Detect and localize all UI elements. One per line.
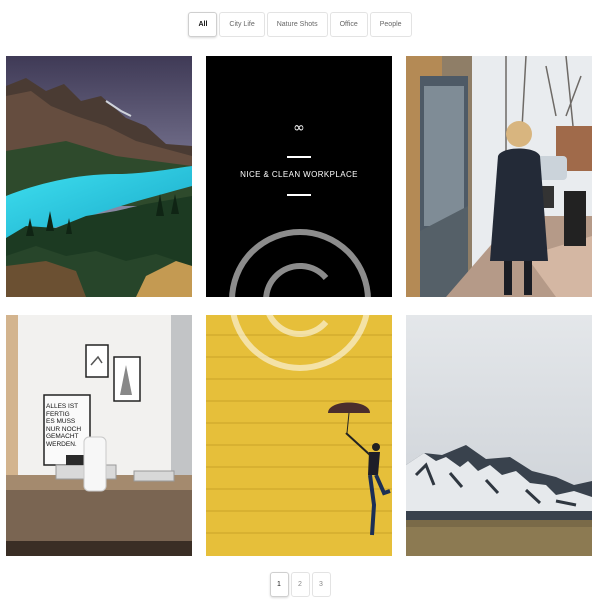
gallery-item-umbrella[interactable]: [206, 315, 392, 556]
gallery-item-snowy-mountains[interactable]: [406, 315, 592, 556]
page-2-button[interactable]: 2: [290, 572, 310, 597]
gallery-item-featured[interactable]: ∞ NICE & CLEAN WORKPLACE: [206, 56, 392, 297]
title-divider-top: [287, 156, 311, 158]
city-street-woman-photo: [406, 56, 592, 297]
gallery-item-office-desk[interactable]: ALLES IST FERTIG ES MUSS NUR NOCH GEMACH…: [6, 315, 192, 556]
gallery-item-city-street[interactable]: [406, 56, 592, 297]
poster-line: WERDEN.: [46, 440, 77, 448]
poster-line: ALLES IST: [46, 403, 79, 410]
title-divider-bottom: [287, 194, 311, 196]
mountain-lake-photo: [6, 56, 192, 297]
expand-icon[interactable]: [292, 272, 392, 297]
poster-line: ES MUSS: [46, 418, 76, 426]
snowy-mountains-photo: [406, 315, 592, 556]
office-desk-photo: [6, 315, 192, 556]
page-3-button[interactable]: 3: [311, 572, 331, 597]
pagination: 1 2 3: [0, 572, 600, 597]
woman-umbrella-yellow-wall-photo: [206, 315, 392, 556]
gallery-item-mountain-lake[interactable]: [6, 56, 192, 297]
gallery-grid: ∞ NICE & CLEAN WORKPLACE ALLES IST FERTI…: [0, 0, 600, 600]
overlay-title: NICE & CLEAN WORKPLACE: [240, 170, 358, 179]
poster-line: GEMACHT: [46, 433, 79, 441]
page-1-button[interactable]: 1: [269, 572, 289, 597]
poster-line: NUR NOCH: [46, 425, 82, 433]
poster-text: ALLES IST FERTIG ES MUSS NUR NOCH GEMACH…: [46, 403, 88, 449]
poster-line: FERTIG: [46, 410, 70, 418]
infinity-icon: ∞: [293, 120, 305, 136]
